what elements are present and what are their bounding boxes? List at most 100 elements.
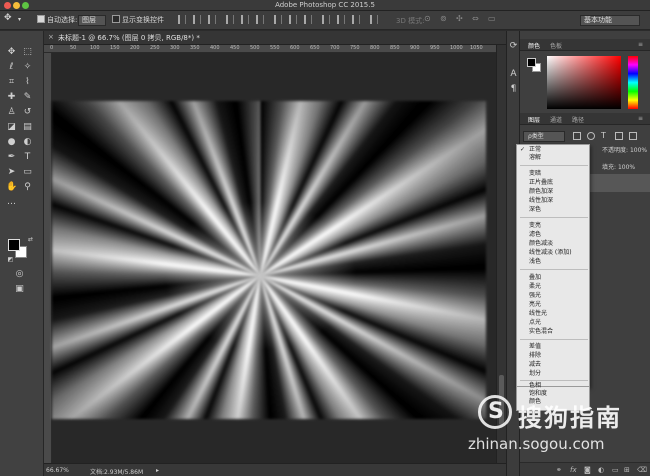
align-right-icon[interactable]: [256, 15, 264, 24]
crop-tool-icon[interactable]: ⌗: [6, 77, 17, 88]
blend-mode-lighten[interactable]: 变亮: [529, 222, 541, 230]
blend-mode-hue[interactable]: 色相: [529, 382, 541, 390]
auto-select-checkbox[interactable]: [37, 15, 45, 23]
eyedropper-tool-icon[interactable]: ⌇: [22, 77, 33, 88]
distribute-bottom-icon[interactable]: [304, 15, 312, 24]
opacity-value[interactable]: 100%: [630, 147, 647, 154]
blend-mode-linear-dodge[interactable]: 线性减淡 (添加): [529, 249, 572, 257]
blend-mode-color-dodge[interactable]: 颜色减淡: [529, 240, 553, 248]
distribute-right-icon[interactable]: [352, 15, 360, 24]
blend-mode-soft-light[interactable]: 柔光: [529, 283, 541, 291]
workspace-select[interactable]: 基本功能: [580, 15, 640, 26]
fill-value[interactable]: 100%: [618, 164, 635, 171]
blend-mode-multiply[interactable]: 正片叠底: [529, 179, 553, 187]
color-spectrum-field[interactable]: [547, 56, 621, 109]
history-brush-tool-icon[interactable]: ↺: [22, 107, 33, 118]
blend-mode-pin-light[interactable]: 点光: [529, 319, 541, 327]
new-adjustment-layer-icon[interactable]: ◐: [598, 466, 604, 474]
move-tool-icon[interactable]: ✥: [4, 13, 12, 23]
link-layers-icon[interactable]: ⚭: [556, 466, 562, 474]
fx-icon[interactable]: fx: [570, 466, 577, 474]
blend-mode-linear-burn[interactable]: 线性加深: [529, 197, 553, 205]
status-menu-chevron-icon[interactable]: ▸: [156, 467, 159, 474]
blend-mode-hard-mix[interactable]: 实色混合: [529, 328, 553, 336]
blend-mode-linear-light[interactable]: 线性光: [529, 310, 547, 318]
blend-mode-divide[interactable]: 划分: [529, 370, 541, 378]
eraser-tool-icon[interactable]: ◪: [6, 122, 17, 133]
healing-brush-tool-icon[interactable]: ✚: [6, 92, 17, 103]
auto-select-target-select[interactable]: 图层: [78, 15, 106, 26]
show-transform-checkbox[interactable]: [112, 15, 120, 23]
shape-filter-icon[interactable]: [615, 132, 623, 140]
rectangle-tool-icon[interactable]: ▭: [22, 167, 33, 178]
blend-mode-darker-color[interactable]: 深色: [529, 206, 541, 214]
align-left-icon[interactable]: [226, 15, 234, 24]
tab-layers[interactable]: 图层: [528, 115, 540, 124]
align-vcenter-icon[interactable]: [193, 15, 201, 24]
tool-preset-chevron-icon[interactable]: ▾: [18, 16, 21, 23]
new-group-icon[interactable]: ▭: [612, 466, 619, 474]
foreground-color-swatch[interactable]: [8, 239, 20, 251]
auto-align-icon[interactable]: [370, 15, 378, 24]
distribute-hcenter-icon[interactable]: [337, 15, 345, 24]
hand-tool-icon[interactable]: ✋: [6, 182, 17, 193]
paragraph-panel-icon[interactable]: ¶: [508, 84, 519, 95]
add-mask-icon[interactable]: ◙: [584, 466, 591, 474]
blend-mode-screen[interactable]: 滤色: [529, 231, 541, 239]
3d-scale-icon[interactable]: ▭: [488, 14, 496, 23]
blend-mode-difference[interactable]: 差值: [529, 343, 541, 351]
panel-menu-icon[interactable]: ≡: [638, 41, 643, 48]
new-layer-icon[interactable]: ⊞: [624, 466, 630, 474]
clone-stamp-tool-icon[interactable]: ♙: [6, 107, 17, 118]
blend-mode-overlay[interactable]: 叠加: [529, 274, 541, 282]
distribute-left-icon[interactable]: [322, 15, 330, 24]
panel-menu-icon[interactable]: ≡: [638, 115, 643, 122]
screen-mode-icon[interactable]: ▣: [14, 284, 25, 295]
path-selection-tool-icon[interactable]: ➤: [6, 167, 17, 178]
zoom-level[interactable]: 66.67%: [46, 467, 69, 474]
tab-paths[interactable]: 路径: [572, 115, 584, 124]
align-hcenter-icon[interactable]: [241, 15, 249, 24]
quick-mask-icon[interactable]: ◎: [14, 269, 25, 280]
blend-mode-color-burn[interactable]: 颜色加深: [529, 188, 553, 196]
dodge-tool-icon[interactable]: ◐: [22, 137, 33, 148]
document-tab[interactable]: × 未标题-1 @ 66.7% (图层 0 拷贝, RGB/8*) *: [44, 31, 506, 45]
3d-orbit-icon[interactable]: ⊙: [424, 14, 431, 23]
brush-tool-icon[interactable]: ✎: [22, 92, 33, 103]
3d-roll-icon[interactable]: ⊚: [440, 14, 447, 23]
move-tool-icon[interactable]: ✥: [6, 47, 17, 58]
zoom-tool-icon[interactable]: ⚲: [22, 182, 33, 193]
blend-mode-subtract[interactable]: 减去: [529, 361, 541, 369]
blend-mode-exclusion[interactable]: 排除: [529, 352, 541, 360]
distribute-top-icon[interactable]: [274, 15, 282, 24]
minimize-window-icon[interactable]: [13, 2, 20, 9]
swap-colors-icon[interactable]: ⇄: [25, 234, 36, 245]
gradient-tool-icon[interactable]: ▤: [22, 122, 33, 133]
hue-slider[interactable]: [628, 56, 638, 109]
3d-pan-icon[interactable]: ✣: [456, 14, 463, 23]
tab-channels[interactable]: 通道: [550, 115, 562, 124]
distribute-vcenter-icon[interactable]: [289, 15, 297, 24]
marquee-tool-icon[interactable]: ⬚: [22, 47, 33, 58]
align-top-icon[interactable]: [178, 15, 186, 24]
character-panel-icon[interactable]: A: [508, 69, 519, 80]
trash-icon[interactable]: ⌫: [637, 466, 647, 474]
opacity-control[interactable]: 不透明度: 100%: [602, 145, 647, 154]
type-filter-icon[interactable]: T: [601, 131, 606, 140]
lasso-tool-icon[interactable]: ℓ: [6, 62, 17, 73]
smart-object-filter-icon[interactable]: [629, 132, 637, 140]
tab-color[interactable]: 颜色: [528, 41, 540, 50]
more-tools-icon[interactable]: …: [6, 197, 17, 208]
blend-mode-lighter-color[interactable]: 浅色: [529, 258, 541, 266]
blend-mode-darken[interactable]: 变暗: [529, 170, 541, 178]
close-window-icon[interactable]: [4, 2, 11, 9]
close-document-icon[interactable]: ×: [48, 33, 54, 41]
document-canvas-image[interactable]: [52, 101, 486, 419]
layer-filter-select[interactable]: ρ类型: [523, 131, 565, 142]
blur-tool-icon[interactable]: ●: [6, 137, 17, 148]
pen-tool-icon[interactable]: ✒: [6, 152, 17, 163]
align-bottom-icon[interactable]: [208, 15, 216, 24]
blend-mode-dissolve[interactable]: 溶解: [529, 154, 541, 162]
blend-mode-hard-light[interactable]: 强光: [529, 292, 541, 300]
adjustment-filter-icon[interactable]: [587, 132, 595, 140]
